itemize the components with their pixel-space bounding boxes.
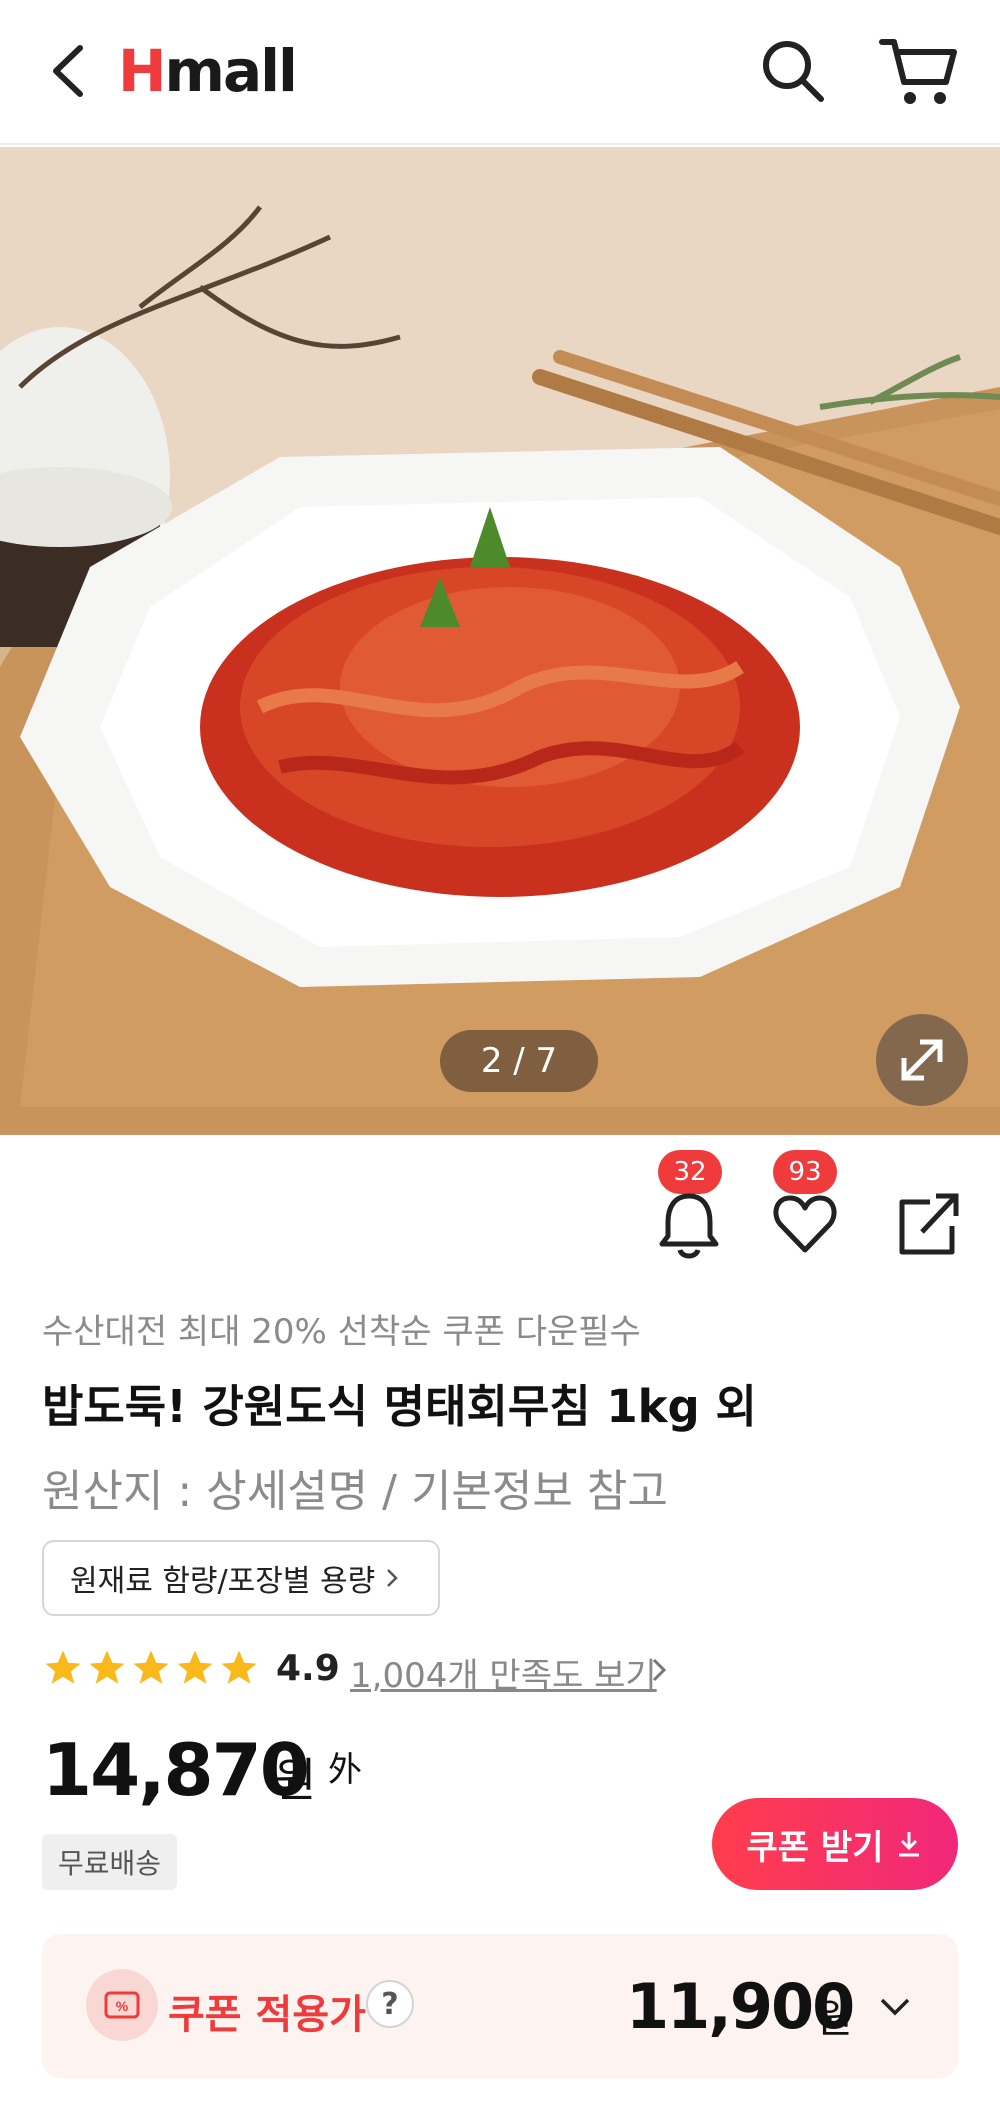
price-suffix: 外 — [328, 1750, 362, 1790]
chevron-down-icon[interactable] — [874, 1992, 916, 2022]
expand-image-button[interactable] — [876, 1014, 968, 1106]
ingredient-capacity-label: 원재료 함량/포장별 용량 — [70, 1564, 376, 1599]
hmall-logo[interactable]: Hmall — [118, 34, 298, 108]
top-app-bar: Hmall — [0, 0, 1000, 145]
star-icon — [177, 1650, 213, 1684]
product-title: 밥도둑! 강원도식 명태회무침 1kg 외 — [42, 1380, 757, 1433]
product-image-gallery[interactable]: 2 / 7 — [0, 147, 1000, 1135]
rating-score: 4.9 — [276, 1648, 340, 1689]
star-icon — [45, 1650, 81, 1684]
rating-stars — [42, 1642, 262, 1694]
get-coupon-button[interactable]: 쿠폰 받기 — [712, 1798, 958, 1890]
search-icon[interactable] — [758, 36, 828, 106]
coupon-price-panel[interactable]: % 쿠폰 적용가 ? 11,900 원 — [42, 1934, 958, 2078]
star-icon — [221, 1650, 257, 1684]
expand-icon — [901, 1039, 943, 1081]
origin-info: 원산지 : 상세설명 / 기본정보 참고 — [42, 1466, 668, 1517]
chevron-right-icon[interactable] — [648, 1650, 672, 1690]
free-shipping-badge: 무료배송 — [42, 1834, 178, 1890]
product-photo — [0, 147, 1000, 1135]
star-icon — [133, 1650, 169, 1684]
svg-text:%: % — [116, 1998, 129, 2014]
share-icon[interactable] — [896, 1188, 962, 1260]
coupon-price-label: 쿠폰 적용가 — [168, 1992, 366, 2038]
help-icon[interactable]: ? — [366, 1980, 414, 2028]
chevron-right-icon — [387, 1569, 398, 1587]
coupon-price-currency: 원 — [816, 1996, 853, 2042]
coupon-icon: % — [86, 1969, 158, 2041]
heart-icon[interactable] — [772, 1188, 838, 1260]
back-icon[interactable] — [42, 40, 102, 102]
ingredient-capacity-button[interactable]: 원재료 함량/포장별 용량 — [42, 1540, 440, 1616]
image-counter: 2 / 7 — [440, 1030, 598, 1092]
bell-icon[interactable] — [656, 1188, 722, 1260]
star-icon — [89, 1650, 125, 1684]
price-currency: 원 — [274, 1753, 317, 1807]
download-icon — [899, 1832, 920, 1857]
reviews-link[interactable]: 1,004개 만족도 보기 — [350, 1648, 657, 1697]
cart-icon[interactable] — [878, 36, 958, 108]
sale-price: 14,870 — [42, 1728, 310, 1812]
promo-text: 수산대전 최대 20% 선착순 쿠폰 다운필수 — [42, 1312, 641, 1352]
get-coupon-label: 쿠폰 받기 — [746, 1827, 884, 1868]
